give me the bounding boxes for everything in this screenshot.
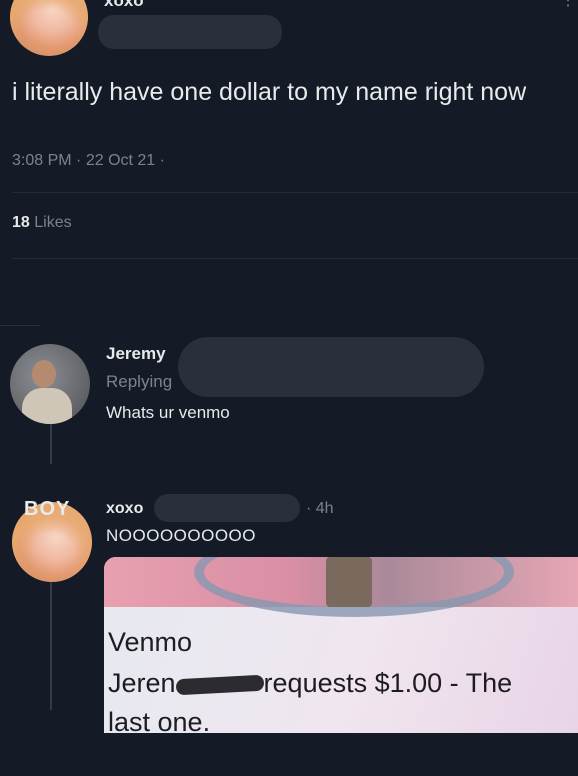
divider xyxy=(12,258,578,259)
avatar-body xyxy=(22,388,72,424)
wallpaper-figure xyxy=(326,557,372,607)
main-author-name[interactable]: xoxo xyxy=(104,0,144,11)
main-tweet-text: i literally have one dollar to my name r… xyxy=(12,78,527,106)
likes-count-row[interactable]: 18 Likes xyxy=(12,214,72,232)
reply2-time[interactable]: · 4h xyxy=(306,500,334,518)
avatar-badge-text: BOY xyxy=(24,498,71,520)
author-avatar[interactable] xyxy=(10,0,88,56)
reply-author-name[interactable]: Jeremy xyxy=(106,344,166,364)
separator-dot: · xyxy=(76,152,82,169)
venmo-brand: Venmo xyxy=(108,627,193,657)
thread-line xyxy=(50,424,52,464)
likes-count: 18 xyxy=(12,214,30,231)
divider xyxy=(12,192,578,193)
tweet-date: 22 Oct 21 xyxy=(85,152,156,169)
venmo-request-line: Jeren requests $1.00 - The xyxy=(108,668,512,699)
redaction-bar xyxy=(175,674,264,696)
avatar-face xyxy=(32,360,56,388)
replying-to-label: Replying xyxy=(106,372,173,391)
request-amount-text: requests $1.00 - The xyxy=(263,668,513,698)
venmo-request-line2: last one. xyxy=(108,707,211,733)
reply2-author-name[interactable]: xoxo xyxy=(106,500,143,518)
redacted-handle xyxy=(98,15,282,49)
wallpaper-image xyxy=(104,557,578,617)
redacted-handle xyxy=(154,494,300,522)
reply-avatar[interactable] xyxy=(10,344,90,424)
tweet-timestamp: 3:08 PM · 22 Oct 21 · xyxy=(12,152,165,170)
requester-name-partial: Jeren xyxy=(108,668,176,698)
separator-dot: · xyxy=(159,152,165,169)
reply-text: Whats ur venmo xyxy=(106,403,230,422)
redacted-info xyxy=(178,337,484,397)
likes-label: Likes xyxy=(34,214,72,231)
avatar-hair xyxy=(10,0,88,56)
more-options-icon[interactable]: ⋮ xyxy=(560,0,576,10)
reply2-text: NOOOOOOOOOO xyxy=(106,526,257,545)
divider xyxy=(0,325,40,326)
thread-line xyxy=(50,582,52,710)
venmo-screenshot-card[interactable]: Venmo Jeren requests $1.00 - The last one… xyxy=(104,557,578,733)
tweet-time: 3:08 PM xyxy=(12,152,72,169)
